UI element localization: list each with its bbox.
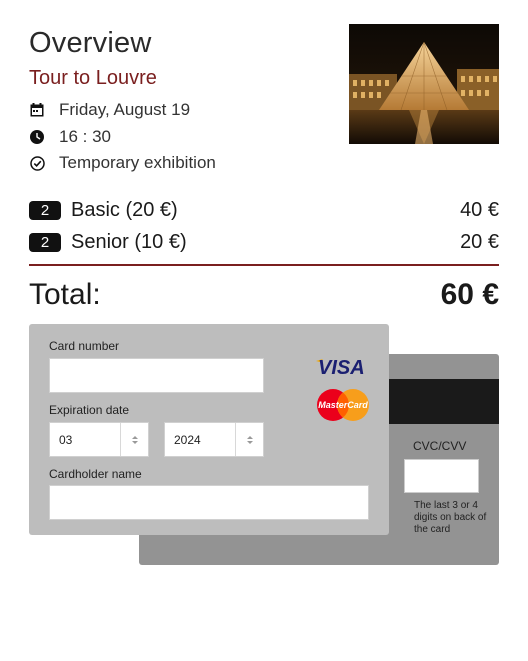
cardholder-label: Cardholder name xyxy=(49,467,142,481)
ticket-label: Basic (20 €) xyxy=(71,198,178,221)
visa-brand-text: VISA xyxy=(318,357,365,377)
exp-year-value: 2024 xyxy=(174,432,201,447)
exp-month-select[interactable]: 03 xyxy=(49,422,149,457)
cardholder-input[interactable] xyxy=(49,485,369,520)
visa-logo: VISA xyxy=(314,355,370,382)
cvc-hint: The last 3 or 4 digits on back of the ca… xyxy=(414,500,487,535)
exhibition-row: Temporary exhibition xyxy=(29,152,216,174)
spinner-arrows-icon[interactable] xyxy=(235,423,263,456)
ticket-row-senior: 2 Senior (10 €) 20 € xyxy=(29,229,499,255)
exp-month-value: 03 xyxy=(59,432,73,447)
mastercard-brand-text: MasterCard xyxy=(318,400,368,410)
exp-year-select[interactable]: 2024 xyxy=(164,422,264,457)
page-title: Overview xyxy=(29,27,152,59)
time-text: 16 : 30 xyxy=(59,127,111,146)
card-number-input[interactable] xyxy=(49,358,264,393)
tour-photo xyxy=(349,24,499,144)
total-value: 60 € xyxy=(440,278,499,311)
total-label: Total: xyxy=(29,278,101,311)
calendar-icon xyxy=(29,102,45,118)
date-text: Friday, August 19 xyxy=(59,100,191,119)
spinner-arrows-icon[interactable] xyxy=(120,423,148,456)
card-number-label: Card number xyxy=(49,339,120,353)
date-row: Friday, August 19 xyxy=(29,99,190,121)
mastercard-logo: MasterCard xyxy=(315,387,371,428)
ticket-price: 40 € xyxy=(460,198,499,221)
ticket-qty-badge[interactable]: 2 xyxy=(29,232,61,252)
ticket-row-basic: 2 Basic (20 €) 40 € xyxy=(29,197,499,223)
ticket-price: 20 € xyxy=(460,230,499,253)
time-row: 16 : 30 xyxy=(29,126,111,148)
ticket-qty-badge[interactable]: 2 xyxy=(29,200,61,220)
check-circle-icon xyxy=(29,155,45,171)
cvc-input[interactable] xyxy=(404,459,479,493)
clock-icon xyxy=(29,129,45,145)
total-divider xyxy=(29,264,499,266)
expiration-label: Expiration date xyxy=(49,403,130,417)
ticket-label: Senior (10 €) xyxy=(71,230,187,253)
tour-name: Tour to Louvre xyxy=(29,67,157,89)
exhibition-text: Temporary exhibition xyxy=(59,153,216,172)
cvc-label: CVC/CVV xyxy=(413,439,467,453)
